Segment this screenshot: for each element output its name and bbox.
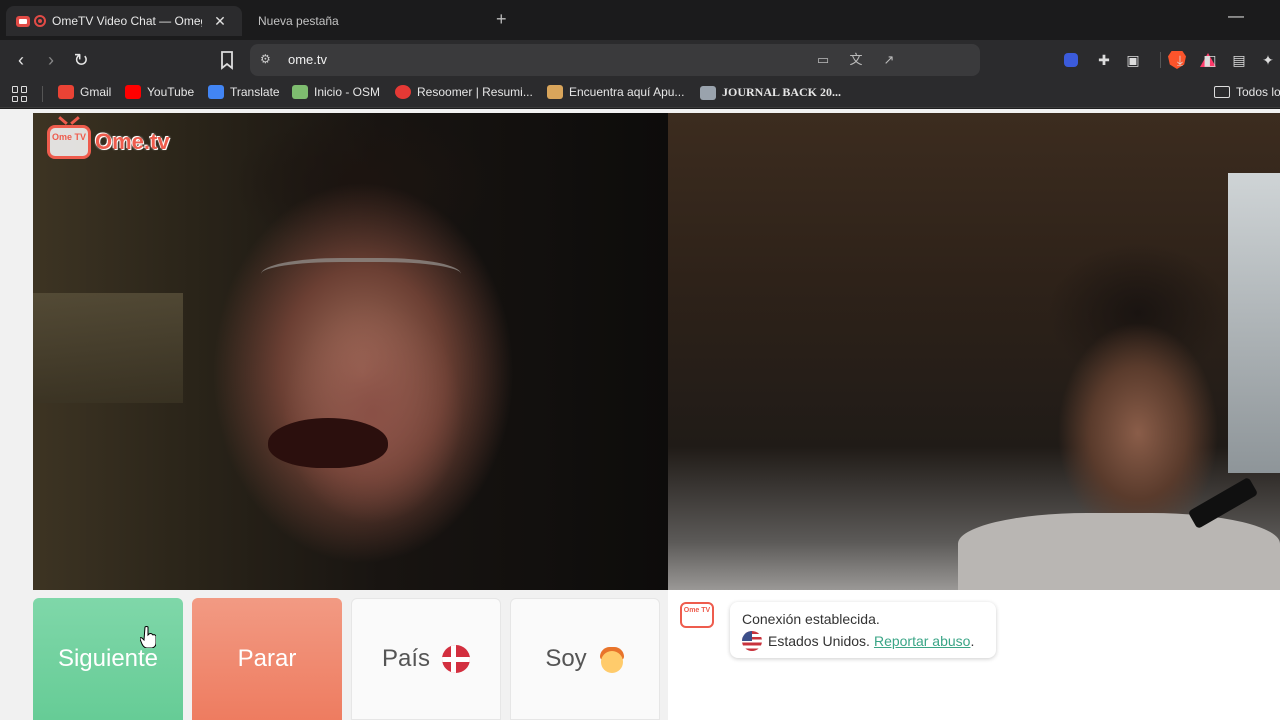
bookmark-translate[interactable]: Translate [208,85,280,99]
url-text[interactable]: ome.tv [288,52,327,67]
shirt-shape [958,513,1280,590]
browser-toolbar: ‹ › ↻ ⚙ ome.tv ▭ 文 ↗ ✚ ▣ ⤓ ◧ ▤ ✦ [0,40,1280,80]
tab-ometv[interactable]: OmeTV Video Chat — Omeg ✕ [6,6,242,36]
ometv-favicon-icon [16,15,30,27]
bookmark-osm[interactable]: Inicio - OSM [292,85,380,99]
separator [1160,52,1161,68]
gender-label: Soy [545,645,587,672]
leo-ai-icon[interactable]: ✦ [1258,50,1278,70]
country-filter-button[interactable]: País [351,598,501,720]
wallet-icon[interactable]: ▤ [1229,50,1249,70]
next-button[interactable]: Siguiente [33,598,183,720]
bookmark-label: Todos lo [1236,85,1280,99]
report-suffix: . [970,633,975,649]
translate-icon [208,85,224,99]
background-wall [1228,173,1280,473]
forward-icon[interactable]: › [40,49,62,71]
stop-label: Parar [237,645,297,672]
youtube-icon [125,85,141,99]
bookmark-icon[interactable] [216,49,238,71]
resoomer-icon [395,85,411,99]
bookmark-label: Translate [230,85,280,99]
bookmark-youtube[interactable]: YouTube [125,85,194,99]
usa-flag-icon [742,631,762,651]
tv-logo-icon: Ome TV [47,125,91,159]
bookmarks-bar: Gmail YouTube Translate Inicio - OSM Res… [0,80,1280,108]
tab-title: Nueva pestaña [258,14,339,28]
background-shelf [33,293,183,403]
tab-strip: OmeTV Video Chat — Omeg ✕ Nueva pestaña … [0,0,1280,40]
system-message: Conexión establecida. Estados Unidos. Re… [730,602,996,658]
separator [42,86,43,102]
mouth-shape [268,418,388,468]
glasses-frame [261,258,461,298]
close-tab-icon[interactable]: ✕ [212,13,228,30]
bookmark-gmail[interactable]: Gmail [58,85,111,99]
new-tab-icon[interactable]: + [496,9,507,30]
partner-country-row: Estados Unidos. Reportar abuso. [742,630,984,652]
bookmark-label: JOURNAL BACK 20... [722,85,842,99]
apps-grid-icon[interactable] [12,86,28,102]
next-label: Siguiente [57,645,159,672]
folder-icon [1214,86,1230,98]
all-bookmarks-folder[interactable]: Todos lo [1214,85,1280,99]
bookmark-label: Encuentra aquí Apu... [569,85,685,99]
bookmark-journal[interactable]: JOURNAL BACK 20... [700,85,841,100]
connection-status: Conexión establecida. [742,611,880,627]
partner-country: Estados Unidos. [768,633,870,649]
ometv-page: Ome TV Ome.tv Siguiente Parar País Soy O… [0,109,1280,720]
stop-button[interactable]: Parar [192,598,342,720]
chat-panel: Ome TV Conexión establecida. Estados Uni… [668,590,1280,720]
screenshot-icon[interactable]: ▣ [1123,50,1143,70]
logo-wordmark: Ome.tv [95,129,170,154]
self-video [668,113,1280,590]
bookmark-label: Gmail [80,85,112,99]
report-abuse-link[interactable]: Reportar abuso [874,633,971,649]
translate-page-icon[interactable]: 文 [847,51,865,69]
reload-icon[interactable]: ↻ [70,49,92,71]
site-settings-icon[interactable]: ⚙ [260,52,276,68]
partner-video: Ome TV Ome.tv [33,113,668,590]
bookmark-label: Inicio - OSM [314,85,381,99]
ometv-chat-logo-icon: Ome TV [680,602,714,628]
minimize-window-icon[interactable]: — [1228,8,1244,26]
bookmark-apuntes[interactable]: Encuentra aquí Apu... [547,85,684,99]
recording-icon [34,15,46,27]
share-icon[interactable]: ↗ [880,51,898,69]
cast-icon[interactable]: ▭ [814,51,832,69]
extension-icon[interactable] [1064,53,1078,67]
gender-button[interactable]: Soy [510,598,660,720]
sidebar-icon[interactable]: ◧ [1200,50,1220,70]
ometv-logo: Ome TV Ome.tv [47,125,170,159]
back-icon[interactable]: ‹ [10,49,32,71]
address-bar[interactable]: ⚙ ome.tv ▭ 文 ↗ [250,44,1216,76]
extensions-puzzle-icon[interactable]: ✚ [1094,50,1114,70]
gmail-icon [58,85,74,99]
hand-cursor-icon [140,626,156,648]
bookmark-label: YouTube [147,85,195,99]
country-label: País [381,645,431,672]
download-icon[interactable]: ⤓ [1170,50,1190,70]
boy-icon [599,645,625,673]
denmark-flag-icon [442,645,471,673]
osm-icon [292,85,308,99]
apuntes-icon [547,85,563,99]
bookmark-label: Resoomer | Resumi... [417,85,533,99]
tab-new[interactable]: Nueva pestaña [248,6,488,36]
bookmark-resoomer[interactable]: Resoomer | Resumi... [395,85,533,99]
tab-title: OmeTV Video Chat — Omeg [52,14,202,28]
journal-icon [700,85,716,100]
